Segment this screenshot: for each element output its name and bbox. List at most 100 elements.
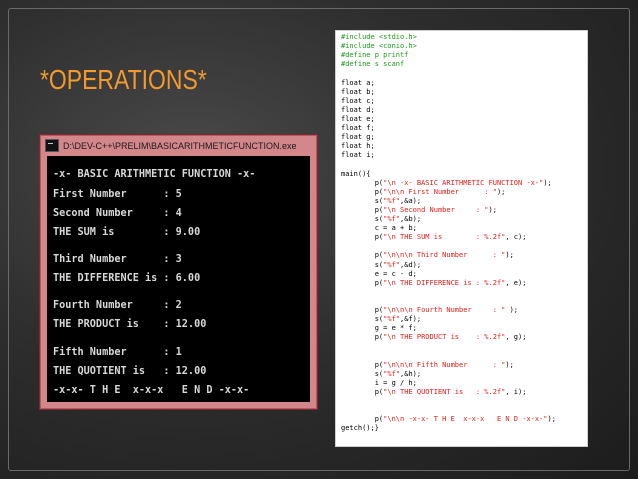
- code-line: p("\n THE SUM is : %.2f", c);: [341, 233, 527, 242]
- code-token: c = a + b;: [341, 224, 417, 233]
- code-line: p("\n\n First Number : ");: [341, 187, 506, 197]
- code-line: s("%f",&f);: [341, 315, 421, 324]
- code-line: s("%f",&b);: [341, 215, 421, 224]
- code-token: );: [505, 306, 519, 314]
- code-line: float a;: [341, 79, 375, 88]
- code-line: p("\n\n\n Fourth Number : " );: [341, 306, 518, 315]
- console-line: -x- BASIC ARITHMETIC FUNCTION -x-: [53, 169, 256, 180]
- code-line: p("\n -x- BASIC ARITHMETIC FUNCTION -x-"…: [341, 179, 552, 188]
- console-app-icon: [45, 139, 59, 152]
- code-line: #include <stdio.h>: [341, 33, 417, 42]
- console-line: Third Number : 3: [53, 254, 182, 265]
- code-token: "\n\n\n Third Number : ": [383, 251, 506, 260]
- code-line: float f;: [341, 124, 375, 133]
- code-token: p(: [341, 178, 384, 187]
- code-line: s("%f",&h);: [341, 370, 421, 379]
- code-token: p(: [341, 387, 384, 396]
- source-code-panel: #include <stdio.h> #include <conio.h> #def…: [335, 30, 588, 447]
- console-titlebar[interactable]: D:\DEV-C++\PRELIM\BASICARITHMETICFUNCTIO…: [41, 136, 316, 155]
- code-line: getch();}: [341, 424, 379, 433]
- code-line: p("\n THE PRODUCT is : %.2f", g);: [341, 333, 527, 342]
- code-line: s("%f",&d);: [341, 261, 421, 270]
- code-line: s("%f",&a);: [341, 197, 421, 206]
- code-token: "\n Second Number : ": [383, 205, 489, 214]
- code-token: #define s scanf: [341, 60, 405, 69]
- code-token: s(: [341, 196, 384, 205]
- code-token: p(: [341, 233, 384, 242]
- code-token: #include <conio.h>: [341, 42, 417, 51]
- code-line: p("\n THE DIFFERENCE is : %.2f", e);: [341, 278, 527, 288]
- code-token: ,&b);: [400, 215, 422, 223]
- code-token: #include <stdio.h>: [341, 33, 417, 41]
- code-token: getch();}: [341, 424, 379, 433]
- code-line: float h;: [341, 142, 375, 151]
- code-token: "\n\n First Number : ": [383, 187, 497, 196]
- code-token: );: [496, 187, 506, 196]
- code-token: , i);: [505, 387, 527, 396]
- code-line: float i;: [341, 151, 375, 160]
- code-token: ,&a);: [400, 196, 422, 205]
- code-token: float a;: [341, 78, 375, 87]
- code-token: );: [547, 415, 556, 424]
- code-line: e = c - d;: [341, 270, 417, 279]
- code-token: s(: [341, 369, 384, 378]
- code-token: , g);: [505, 333, 527, 342]
- console-line: Second Number : 4: [53, 208, 182, 219]
- code-token: s(: [341, 315, 384, 324]
- code-token: p(: [341, 205, 384, 214]
- console-window-title: D:\DEV-C++\PRELIM\BASICARITHMETICFUNCTIO…: [63, 140, 297, 151]
- code-line: g = e * f;: [341, 324, 417, 333]
- code-token: "\n\n\n Fourth Number : ": [383, 306, 506, 314]
- code-token: "\n THE PRODUCT is : %.2f": [383, 333, 506, 342]
- code-token: i = g / h;: [341, 378, 417, 387]
- console-line: THE DIFFERENCE is : 6.00: [53, 273, 201, 284]
- console-line: -x-x- T H E x-x-x E N D -x-x-: [53, 385, 250, 396]
- code-token: p(: [341, 415, 384, 424]
- code-line: #define p printf: [341, 51, 408, 60]
- code-token: "\n -x- BASIC ARITHMETIC FUNCTION -x-": [383, 178, 544, 187]
- code-token: p(: [341, 333, 384, 342]
- code-token: float f;: [341, 124, 375, 132]
- code-token: ,&h);: [400, 369, 422, 378]
- code-line: p("\n Second Number : ");: [341, 206, 497, 215]
- code-token: );: [488, 205, 497, 214]
- slide-title: *OPERATIONS*: [40, 64, 207, 95]
- console-line: THE SUM is : 9.00: [53, 227, 201, 238]
- code-line: float g;: [341, 133, 375, 142]
- code-line: #define s scanf: [341, 60, 404, 69]
- code-token: float c;: [341, 96, 375, 105]
- console-output: -x- BASIC ARITHMETIC FUNCTION -x- First …: [47, 156, 310, 402]
- code-token: , e);: [505, 278, 527, 287]
- code-token: );: [543, 178, 552, 187]
- code-token: #define p printf: [341, 51, 409, 60]
- code-token: "\n\n\n Fifth Number : ": [383, 360, 506, 369]
- code-token: main(){: [341, 169, 371, 178]
- code-line: p("\n THE QUOTIENT is : %.2f", i);: [341, 387, 527, 397]
- code-line: p("\n\n\n Fifth Number : ");: [341, 361, 514, 370]
- code-line: i = g / h;: [341, 379, 417, 388]
- code-token: "%f": [383, 260, 401, 269]
- code-token: "\n THE DIFFERENCE is : %.2f": [383, 278, 506, 287]
- code-token: p(: [341, 187, 384, 196]
- code-line: float e;: [341, 115, 375, 124]
- code-token: p(: [341, 251, 384, 260]
- code-token: "\n THE QUOTIENT is : %.2f": [383, 387, 506, 396]
- code-line: p("\n\n -x-x- T H E x-x-x E N D -x-x-");: [341, 415, 556, 424]
- code-token: p(: [341, 278, 384, 287]
- code-token: "\n THE SUM is : %.2f": [383, 233, 506, 242]
- code-line: float b;: [341, 88, 375, 97]
- code-line: #include <conio.h>: [341, 42, 417, 51]
- code-token: p(: [341, 306, 384, 314]
- code-token: s(: [341, 260, 384, 269]
- code-token: );: [505, 360, 514, 369]
- code-token: float d;: [341, 105, 375, 114]
- console-line: Fifth Number : 1: [53, 347, 182, 358]
- console-line: THE PRODUCT is : 12.00: [53, 319, 207, 330]
- code-token: "%f": [383, 215, 401, 223]
- code-token: float h;: [341, 142, 375, 151]
- code-line: float c;: [341, 97, 375, 106]
- code-token: e = c - d;: [341, 269, 417, 278]
- console-window[interactable]: D:\DEV-C++\PRELIM\BASICARITHMETICFUNCTIO…: [40, 135, 317, 409]
- code-token: "%f": [383, 369, 401, 378]
- console-line: THE QUOTIENT is : 12.00: [53, 366, 207, 377]
